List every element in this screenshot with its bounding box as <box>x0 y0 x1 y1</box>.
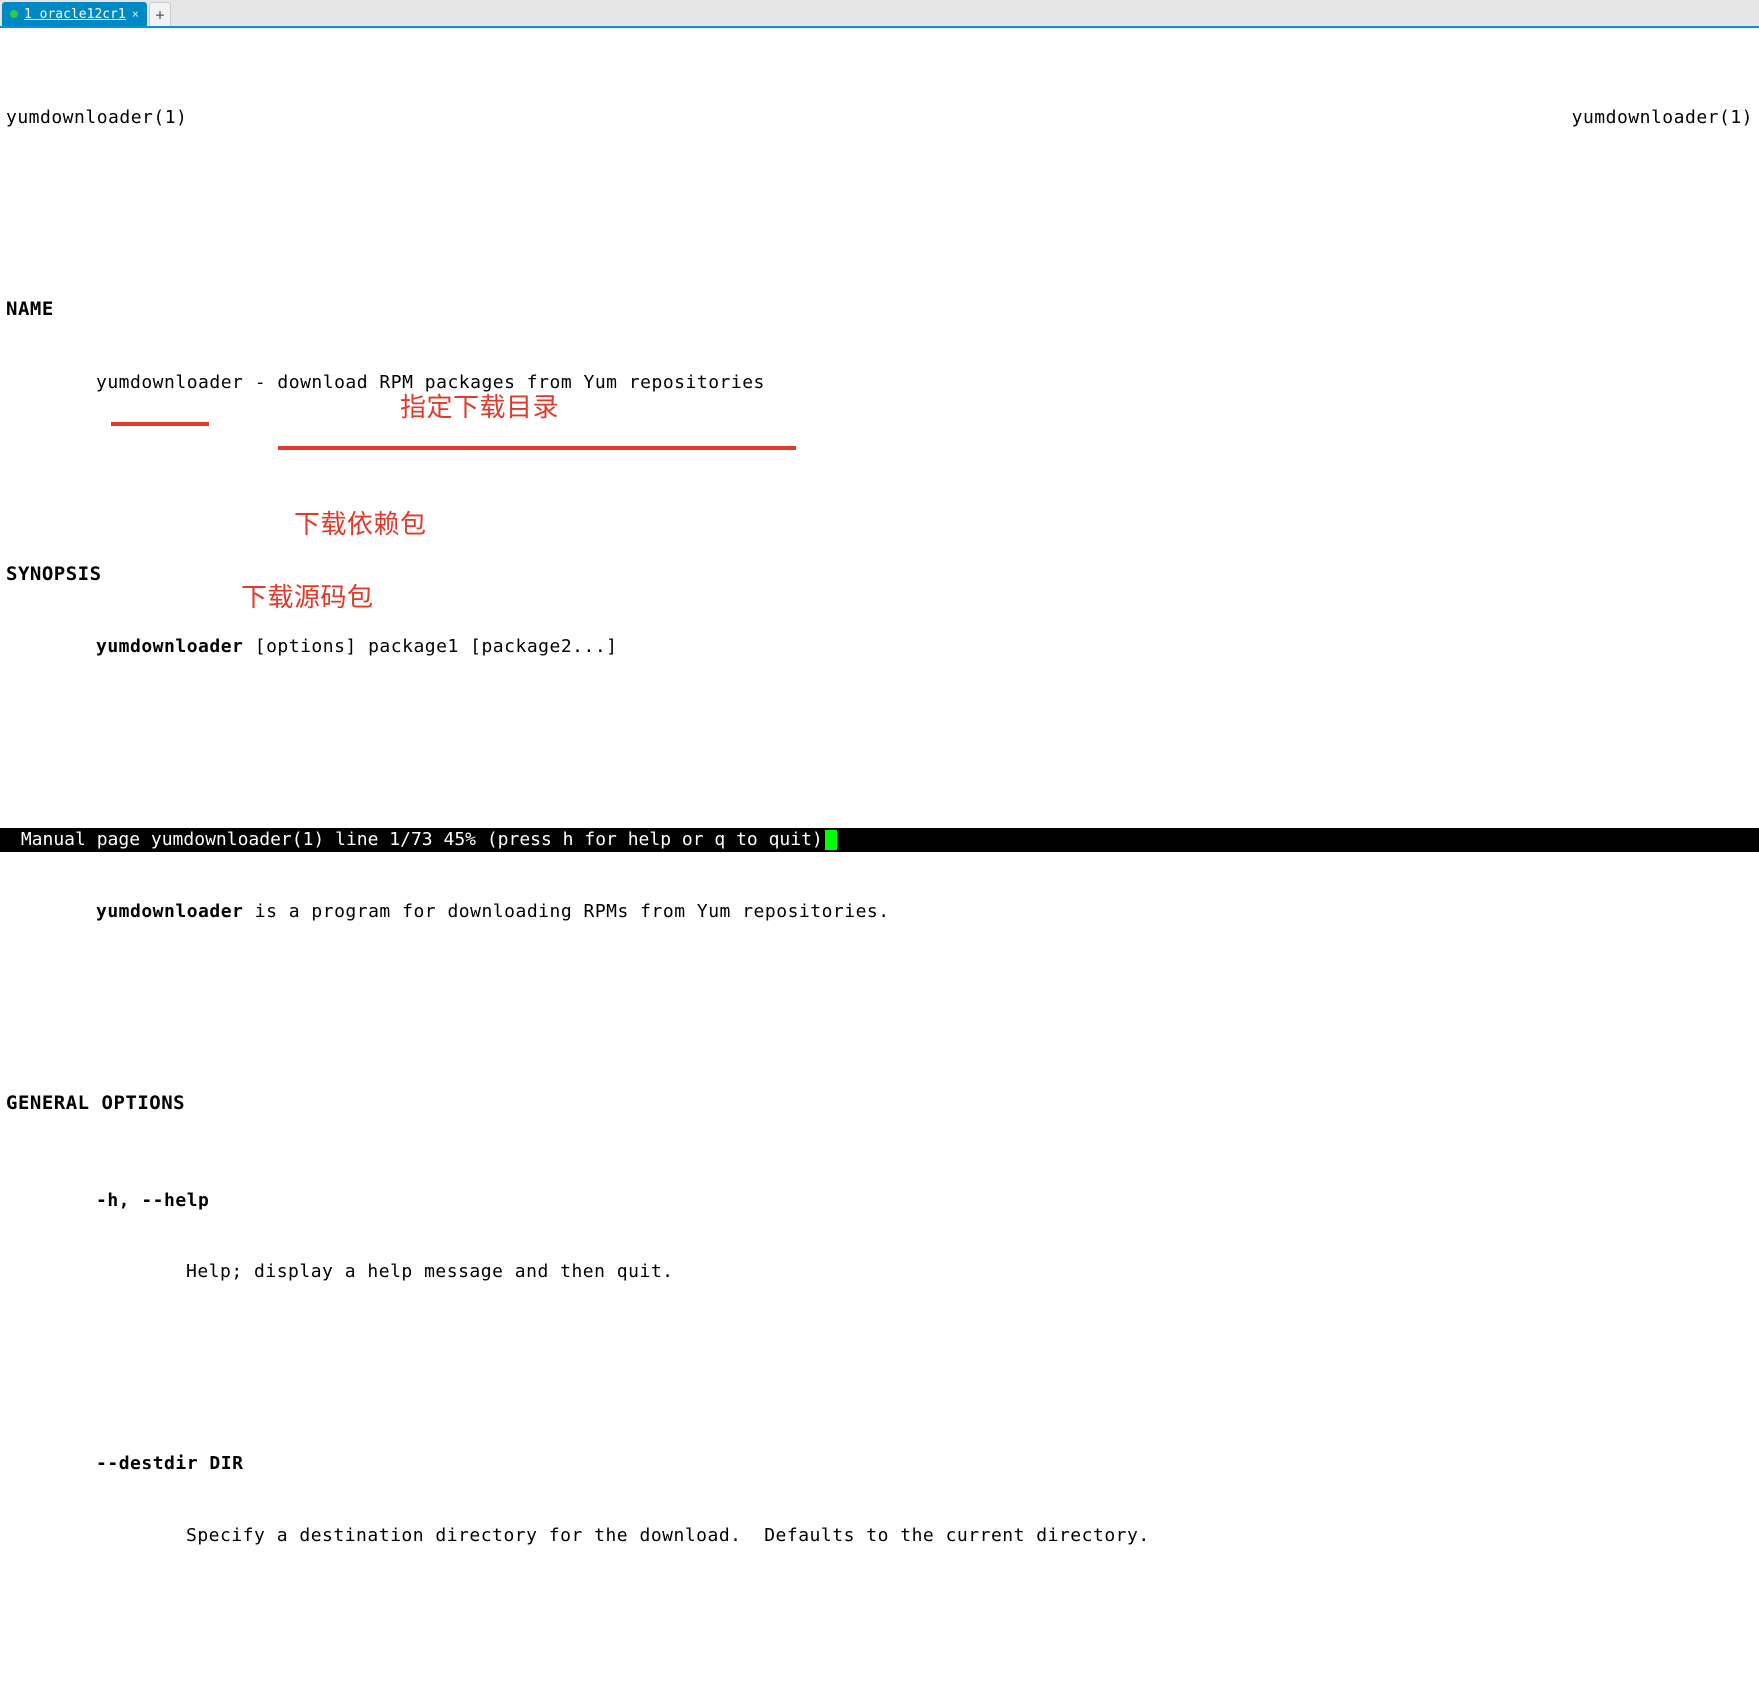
tab-status-dot-icon <box>10 10 18 18</box>
man-header-right: yumdownloader(1) <box>1572 106 1753 130</box>
synopsis-line: yumdownloader [options] package1 [packag… <box>6 635 1753 659</box>
tab-label: 1 oracle12cr1 <box>24 7 126 22</box>
man-header-left: yumdownloader(1) <box>6 106 187 130</box>
tab-oracle12cr1[interactable]: 1 oracle12cr1 × <box>2 2 147 26</box>
tab-add-button[interactable]: + <box>149 2 171 26</box>
opt-destdir-dashes: -- <box>96 1453 119 1474</box>
close-icon[interactable]: × <box>132 7 139 21</box>
annotation-resolve: 下载依赖包 <box>294 508 427 543</box>
description-rest: is a program for downloading RPMs from Y… <box>243 901 889 922</box>
underline-destdir-desc-icon <box>278 446 796 450</box>
underline-destdir-icon <box>111 422 209 426</box>
opt-help-flag: -h, --help <box>6 1189 1753 1213</box>
synopsis-rest: [options] package1 [package2...] <box>243 636 617 657</box>
section-general-options-head: GENERAL OPTIONS <box>6 1091 1753 1116</box>
opt-destdir-name: destdir <box>119 1453 210 1474</box>
opt-help-desc: Help; display a help message and then qu… <box>6 1260 1753 1284</box>
description-cmd: yumdownloader <box>96 901 243 922</box>
section-synopsis-head: SYNOPSIS <box>6 562 1753 587</box>
opt-destdir-desc-mid: a destination directory for the download… <box>277 1525 742 1546</box>
plus-icon: + <box>155 6 164 24</box>
man-header-row: yumdownloader(1) yumdownloader(1) <box>6 106 1753 130</box>
description-line: yumdownloader is a program for downloadi… <box>6 900 1753 924</box>
opt-destdir-desc-post: Defaults to the current directory. <box>742 1525 1150 1546</box>
opt-destdir-flag: --destdir DIR <box>6 1452 1753 1476</box>
opt-destdir-desc-pre: Specify <box>186 1525 277 1546</box>
section-name-head: NAME <box>6 297 1753 322</box>
opt-destdir-desc: Specify a destination directory for the … <box>6 1524 1753 1548</box>
man-statusbar: Manual page yumdownloader(1) line 1/73 4… <box>0 828 1759 852</box>
cursor-icon <box>825 830 837 850</box>
annotation-destdir: 指定下载目录 <box>400 391 559 426</box>
terminal-viewport[interactable]: yumdownloader(1) yumdownloader(1) NAME y… <box>0 28 1759 1704</box>
synopsis-cmd: yumdownloader <box>96 636 243 657</box>
name-line: yumdownloader - download RPM packages fr… <box>6 371 1753 395</box>
statusbar-text: Manual page yumdownloader(1) line 1/73 4… <box>10 829 823 850</box>
opt-destdir-arg: DIR <box>209 1453 243 1474</box>
tab-bar: 1 oracle12cr1 × + <box>0 0 1759 28</box>
